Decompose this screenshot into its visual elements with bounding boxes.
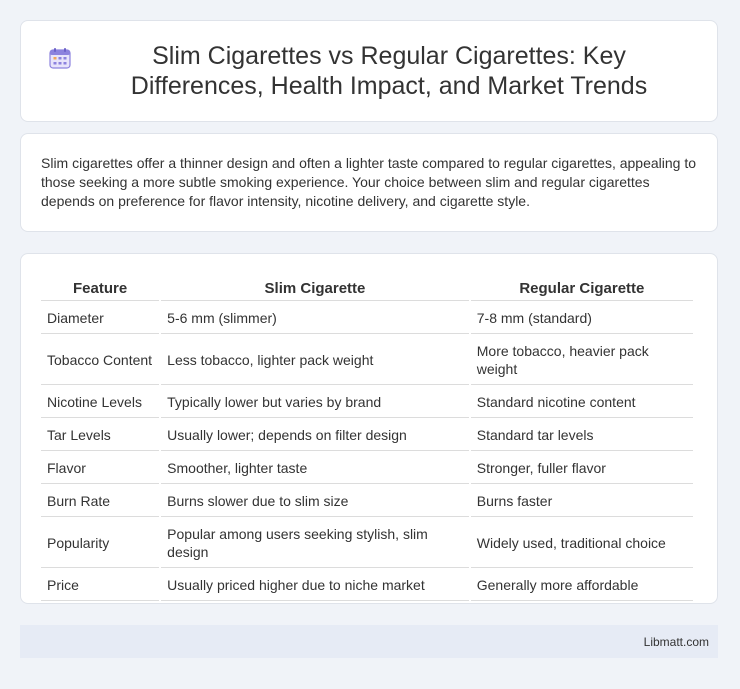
table-row: Burn Rate Burns slower due to slim size … bbox=[41, 486, 693, 517]
table-row: Diameter 5-6 mm (slimmer) 7-8 mm (standa… bbox=[41, 303, 693, 334]
slim-cell: 5-6 mm (slimmer) bbox=[161, 303, 469, 334]
regular-cell: Standard tar levels bbox=[470, 420, 693, 451]
table-row: Tar Levels Usually lower; depends on fil… bbox=[41, 420, 693, 451]
table-row: Nicotine Levels Typically lower but vari… bbox=[41, 387, 693, 418]
table-row: Popularity Popular among users seeking s… bbox=[41, 519, 693, 568]
feature-cell: Diameter bbox=[41, 303, 160, 334]
regular-cell: Widely used, traditional choice bbox=[470, 519, 693, 568]
slim-cell: Typically lower but varies by brand bbox=[161, 387, 469, 418]
comparison-card: Feature Slim Cigarette Regular Cigarette… bbox=[20, 253, 718, 604]
feature-cell: Burn Rate bbox=[41, 486, 160, 517]
regular-cell: More tobacco, heavier pack weight bbox=[470, 336, 693, 385]
calendar-icon bbox=[49, 48, 71, 69]
title-wrap: Slim Cigarettes vs Regular Cigarettes: K… bbox=[49, 41, 689, 101]
regular-cell: Burns faster bbox=[470, 486, 693, 517]
footer: Libmatt.com bbox=[20, 625, 718, 658]
feature-cell: Flavor bbox=[41, 453, 160, 484]
regular-cell: Standard nicotine content bbox=[470, 387, 693, 418]
column-header-feature: Feature bbox=[41, 276, 160, 301]
slim-cell: Less tobacco, lighter pack weight bbox=[161, 336, 469, 385]
feature-cell: Price bbox=[41, 570, 160, 601]
feature-cell: Nicotine Levels bbox=[41, 387, 160, 418]
regular-cell: Stronger, fuller flavor bbox=[470, 453, 693, 484]
slim-cell: Burns slower due to slim size bbox=[161, 486, 469, 517]
slim-cell: Popular among users seeking stylish, sli… bbox=[161, 519, 469, 568]
slim-cell: Usually lower; depends on filter design bbox=[161, 420, 469, 451]
comparison-table: Feature Slim Cigarette Regular Cigarette… bbox=[39, 274, 695, 603]
table-row: Price Usually priced higher due to niche… bbox=[41, 570, 693, 601]
slim-cell: Smoother, lighter taste bbox=[161, 453, 469, 484]
feature-cell: Tobacco Content bbox=[41, 336, 160, 385]
footer-brand-link[interactable]: Libmatt.com bbox=[644, 635, 709, 649]
table-row: Flavor Smoother, lighter taste Stronger,… bbox=[41, 453, 693, 484]
slim-cell: Usually priced higher due to niche marke… bbox=[161, 570, 469, 601]
title-card: Slim Cigarettes vs Regular Cigarettes: K… bbox=[20, 20, 718, 122]
column-header-regular: Regular Cigarette bbox=[470, 276, 693, 301]
intro-text: Slim cigarettes offer a thinner design a… bbox=[41, 155, 697, 209]
feature-cell: Tar Levels bbox=[41, 420, 160, 451]
feature-cell: Popularity bbox=[41, 519, 160, 568]
regular-cell: 7-8 mm (standard) bbox=[470, 303, 693, 334]
page-title: Slim Cigarettes vs Regular Cigarettes: K… bbox=[130, 42, 648, 100]
column-header-slim: Slim Cigarette bbox=[161, 276, 469, 301]
intro-card: Slim cigarettes offer a thinner design a… bbox=[20, 133, 718, 232]
table-header-row: Feature Slim Cigarette Regular Cigarette bbox=[41, 276, 693, 301]
regular-cell: Generally more affordable bbox=[470, 570, 693, 601]
table-row: Tobacco Content Less tobacco, lighter pa… bbox=[41, 336, 693, 385]
